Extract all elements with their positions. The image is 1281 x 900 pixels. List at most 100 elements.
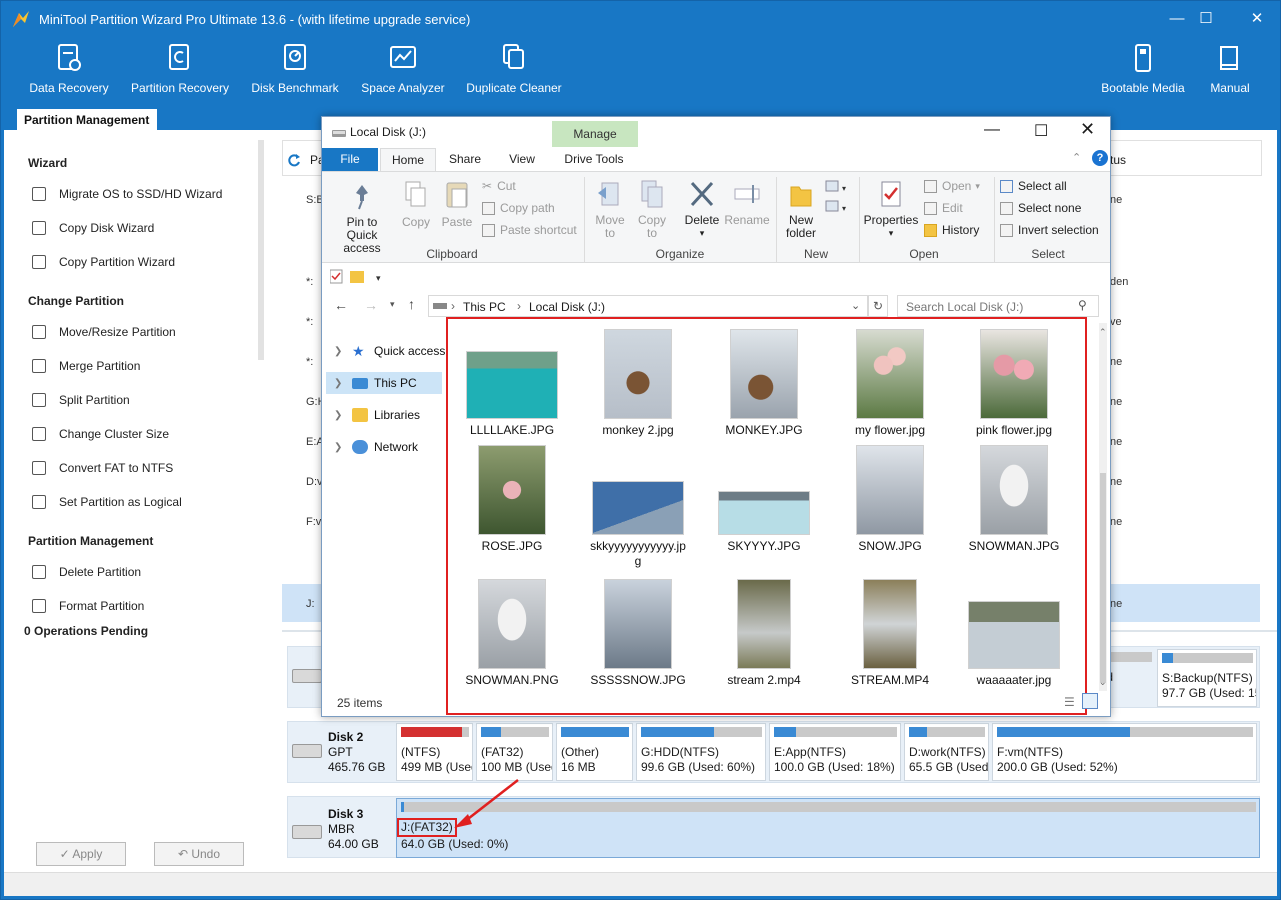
file-item[interactable]: LLLLLAKE.JPG: [450, 327, 574, 439]
space-analyzer-button[interactable]: Space Analyzer: [357, 43, 449, 95]
new-folder-label: New folder: [785, 213, 817, 240]
cut-button[interactable]: ✂ Cut: [482, 177, 516, 195]
manage-tab[interactable]: Manage: [552, 121, 638, 147]
scroll-up-icon[interactable]: ⌃: [1099, 327, 1107, 338]
paste-button[interactable]: Paste: [438, 179, 476, 229]
move-to-button[interactable]: Move to: [590, 179, 630, 240]
forward-icon[interactable]: →: [364, 297, 378, 313]
minimize-button[interactable]: —: [984, 121, 1000, 139]
new-item-icon[interactable]: ▾▾: [824, 177, 850, 217]
copy-path-button[interactable]: Copy path: [482, 199, 555, 217]
large-icons-view-icon[interactable]: [1082, 693, 1098, 709]
select-none-button[interactable]: Select none: [1000, 199, 1081, 217]
breadcrumb-this-pc[interactable]: This PC: [463, 300, 506, 314]
back-icon[interactable]: ←: [334, 297, 348, 313]
file-item[interactable]: SNOWMAN.PNG: [450, 577, 574, 689]
help-icon[interactable]: ?: [1092, 150, 1108, 166]
invert-selection-button[interactable]: Invert selection: [1000, 221, 1099, 239]
address-dropdown-icon[interactable]: ⌄: [851, 299, 860, 312]
rename-button[interactable]: Rename: [724, 179, 770, 227]
nav-this-pc[interactable]: ❯ This PC: [334, 372, 417, 394]
undo-button[interactable]: ↶ Undo: [154, 842, 244, 866]
copy-partition-item[interactable]: Copy Partition Wizard: [32, 255, 175, 269]
nav-libraries[interactable]: ❯ Libraries: [334, 404, 420, 426]
file-item[interactable]: waaaaater.jpg: [952, 577, 1076, 689]
scroll-down-icon[interactable]: ⌄: [1099, 677, 1107, 688]
partition-other[interactable]: (Other) 16 MB: [556, 723, 633, 781]
partition-f-vm[interactable]: F:vm(NTFS) 200.0 GB (Used: 52%): [992, 723, 1257, 781]
file-item[interactable]: stream 2.mp4: [702, 577, 826, 689]
vertical-scrollbar[interactable]: [1099, 323, 1107, 691]
copy-to-button[interactable]: Copy to: [632, 179, 672, 240]
recent-dropdown-icon[interactable]: ▾: [390, 299, 395, 310]
change-cluster-item[interactable]: Change Cluster Size: [32, 427, 169, 441]
close-button[interactable]: ✕: [1244, 7, 1270, 31]
maximize-button[interactable]: ☐: [1193, 7, 1219, 31]
copy-disk-item[interactable]: Copy Disk Wizard: [32, 221, 154, 235]
open-button[interactable]: Open ▾: [924, 177, 980, 195]
disk2-row[interactable]: Disk 2 GPT 465.76 GB (NTFS) 499 MB (Used…: [287, 721, 1260, 783]
details-view-icon[interactable]: ☰: [1064, 695, 1075, 709]
file-item[interactable]: SSSSSNOW.JPG: [576, 577, 700, 689]
paste-shortcut-button[interactable]: Paste shortcut: [482, 221, 577, 239]
format-partition-item[interactable]: Format Partition: [32, 599, 144, 613]
convert-fat-item[interactable]: Convert FAT to NTFS: [32, 461, 173, 475]
pin-quick-access-button[interactable]: Pin to Quick access: [326, 181, 398, 255]
tab-drive-tools[interactable]: Drive Tools: [554, 148, 634, 171]
partition-s-backup[interactable]: S:Backup(NTFS) 97.7 GB (Used: 15: [1157, 649, 1257, 707]
file-item[interactable]: skkyyyyyyyyyyy.jpg: [576, 443, 700, 568]
file-item[interactable]: pink flower.jpg: [952, 327, 1076, 439]
split-partition-item[interactable]: Split Partition: [32, 393, 130, 407]
move-resize-item[interactable]: Move/Resize Partition: [32, 325, 176, 339]
close-button[interactable]: ✕: [1080, 119, 1095, 140]
file-item[interactable]: ROSE.JPG: [450, 443, 574, 555]
address-bar[interactable]: › This PC › Local Disk (J:) ⌄: [428, 295, 868, 317]
history-button[interactable]: History: [924, 221, 979, 239]
nav-quick-access[interactable]: ❯ ★ Quick access: [334, 340, 445, 362]
partition-recovery-button[interactable]: Partition Recovery: [127, 43, 233, 95]
file-item[interactable]: SKYYYY.JPG: [702, 443, 826, 555]
nav-network[interactable]: ❯ Network: [334, 436, 418, 458]
select-all-button[interactable]: Select all: [1000, 177, 1067, 195]
merge-partition-item[interactable]: Merge Partition: [32, 359, 140, 373]
disk-benchmark-button[interactable]: Disk Benchmark: [247, 43, 343, 95]
bootable-media-button[interactable]: Bootable Media: [1095, 43, 1191, 95]
tab-share[interactable]: Share: [440, 148, 490, 171]
new-folder-button[interactable]: New folder: [780, 179, 822, 240]
delete-button[interactable]: Delete ▾: [680, 179, 724, 240]
collapse-ribbon-icon[interactable]: ⌃: [1072, 151, 1081, 164]
file-item[interactable]: SNOW.JPG: [828, 443, 952, 555]
apply-button[interactable]: ✓ Apply: [36, 842, 126, 866]
maximize-button[interactable]: ☐: [1034, 121, 1048, 141]
partition-g-hdd[interactable]: G:HDD(NTFS) 99.6 GB (Used: 60%): [636, 723, 766, 781]
partition-d-work[interactable]: D:work(NTFS) 65.5 GB (Used: 2: [904, 723, 989, 781]
tab-file[interactable]: File: [322, 148, 378, 171]
disk3-row[interactable]: Disk 3 MBR 64.00 GB J:(FAT32) 64.0 GB (U…: [287, 796, 1260, 858]
file-item[interactable]: SNOWMAN.JPG: [952, 443, 1076, 555]
search-box[interactable]: Search Local Disk (J:) ⚲: [897, 295, 1099, 317]
manual-button[interactable]: Manual: [1201, 43, 1259, 95]
tab-view[interactable]: View: [496, 148, 548, 171]
delete-partition-item[interactable]: Delete Partition: [32, 565, 141, 579]
minimize-button[interactable]: —: [1164, 7, 1190, 31]
refresh-icon[interactable]: [287, 153, 301, 167]
left-scrollbar[interactable]: [258, 140, 264, 360]
scrollbar-thumb[interactable]: [1100, 473, 1106, 683]
tab-home[interactable]: Home: [380, 148, 436, 171]
migrate-os-item[interactable]: Migrate OS to SSD/HD Wizard: [32, 187, 222, 201]
file-item[interactable]: STREAM.MP4: [828, 577, 952, 689]
refresh-icon[interactable]: ↻: [868, 295, 888, 317]
quick-access-toolbar-icon[interactable]: ▾: [330, 269, 390, 285]
breadcrumb-drive[interactable]: Local Disk (J:): [529, 300, 605, 314]
duplicate-cleaner-button[interactable]: Duplicate Cleaner: [463, 43, 565, 95]
file-item[interactable]: my flower.jpg: [828, 327, 952, 439]
data-recovery-button[interactable]: Data Recovery: [21, 43, 117, 95]
properties-button[interactable]: Properties ▾: [862, 179, 920, 240]
copy-button[interactable]: Copy: [398, 179, 434, 229]
partition-e-app[interactable]: E:App(NTFS) 100.0 GB (Used: 18%): [769, 723, 901, 781]
set-logical-item[interactable]: Set Partition as Logical: [32, 495, 182, 509]
up-icon[interactable]: ↑: [408, 296, 415, 312]
file-item[interactable]: monkey 2.jpg: [576, 327, 700, 439]
file-item[interactable]: MONKEY.JPG: [702, 327, 826, 439]
edit-button[interactable]: Edit: [924, 199, 963, 217]
